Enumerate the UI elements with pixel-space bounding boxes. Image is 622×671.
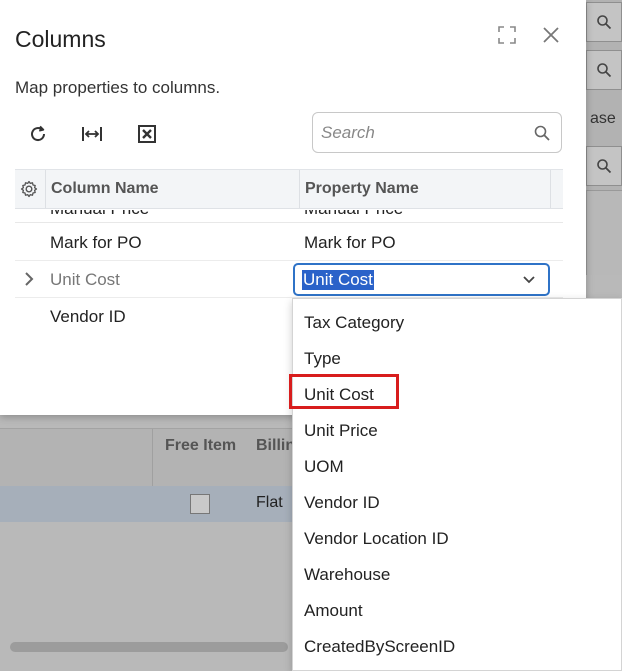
maximize-icon[interactable] [497, 25, 517, 45]
property-dropdown-list: Tax Category Type Unit Cost Unit Price U… [292, 298, 622, 671]
search-icon [597, 63, 612, 78]
background-grid-cell-billing: Flat [256, 494, 283, 511]
chevron-right-icon [25, 272, 34, 286]
search-box[interactable] [312, 112, 562, 153]
table-row[interactable]: Manual Price Manual Price [15, 210, 563, 223]
background-grid-header [0, 428, 292, 486]
background-panel [586, 190, 622, 275]
background-field-text: ase [590, 110, 616, 127]
close-icon[interactable] [541, 25, 561, 45]
property-select-value: Unit Cost [302, 270, 374, 290]
dropdown-option[interactable]: Vendor Location ID [304, 529, 449, 549]
search-input[interactable] [321, 121, 521, 145]
fit-width-button[interactable] [79, 121, 105, 147]
chevron-down-icon[interactable] [522, 275, 536, 285]
background-grid-header-billing: Billing [256, 437, 292, 454]
column-name-cell: Unit Cost [50, 270, 120, 289]
export-excel-button[interactable] [134, 121, 160, 147]
background-grid-row [0, 486, 292, 522]
gear-icon[interactable] [19, 179, 39, 199]
refresh-button[interactable] [25, 121, 51, 147]
column-name-header[interactable]: Column Name [51, 180, 159, 198]
column-name-cell: Manual Price [50, 210, 149, 219]
search-icon[interactable] [533, 124, 551, 142]
dropdown-option[interactable]: CreatedByScreenID [304, 637, 455, 657]
property-select[interactable]: Unit Cost [293, 263, 550, 296]
dropdown-option[interactable]: Unit Cost [304, 385, 374, 405]
dropdown-option[interactable]: Type [304, 349, 341, 369]
property-name-header[interactable]: Property Name [305, 180, 419, 198]
background-free-item-checkbox[interactable] [190, 494, 210, 514]
dialog-title: Columns [15, 26, 106, 52]
background-search-button[interactable] [586, 2, 622, 42]
dropdown-option[interactable]: Vendor ID [304, 493, 380, 513]
background-search-button[interactable] [586, 50, 622, 90]
column-name-cell: Mark for PO [50, 233, 142, 252]
column-name-cell: Vendor ID [50, 307, 126, 326]
search-icon [597, 159, 612, 174]
dropdown-option[interactable]: Warehouse [304, 565, 390, 585]
background-grid-header-free-item: Free Item [165, 437, 237, 454]
excel-icon [138, 125, 156, 143]
dropdown-option[interactable]: Unit Price [304, 421, 378, 441]
table-header: Column Name Property Name [15, 169, 563, 209]
refresh-icon [31, 125, 46, 142]
fit-width-icon [82, 127, 102, 141]
background-search-button[interactable] [586, 146, 622, 186]
dropdown-option[interactable]: Amount [304, 601, 363, 621]
dialog-subtitle: Map properties to columns. [15, 78, 221, 97]
property-name-cell: Manual Price [304, 210, 403, 219]
table-row[interactable]: Mark for PO Mark for PO [15, 224, 563, 261]
dropdown-option[interactable]: Tax Category [304, 313, 404, 333]
dropdown-option[interactable]: UOM [304, 457, 344, 477]
background-horizontal-scrollbar[interactable] [10, 642, 288, 652]
search-icon [597, 15, 612, 30]
property-name-cell[interactable]: Mark for PO [304, 233, 396, 253]
